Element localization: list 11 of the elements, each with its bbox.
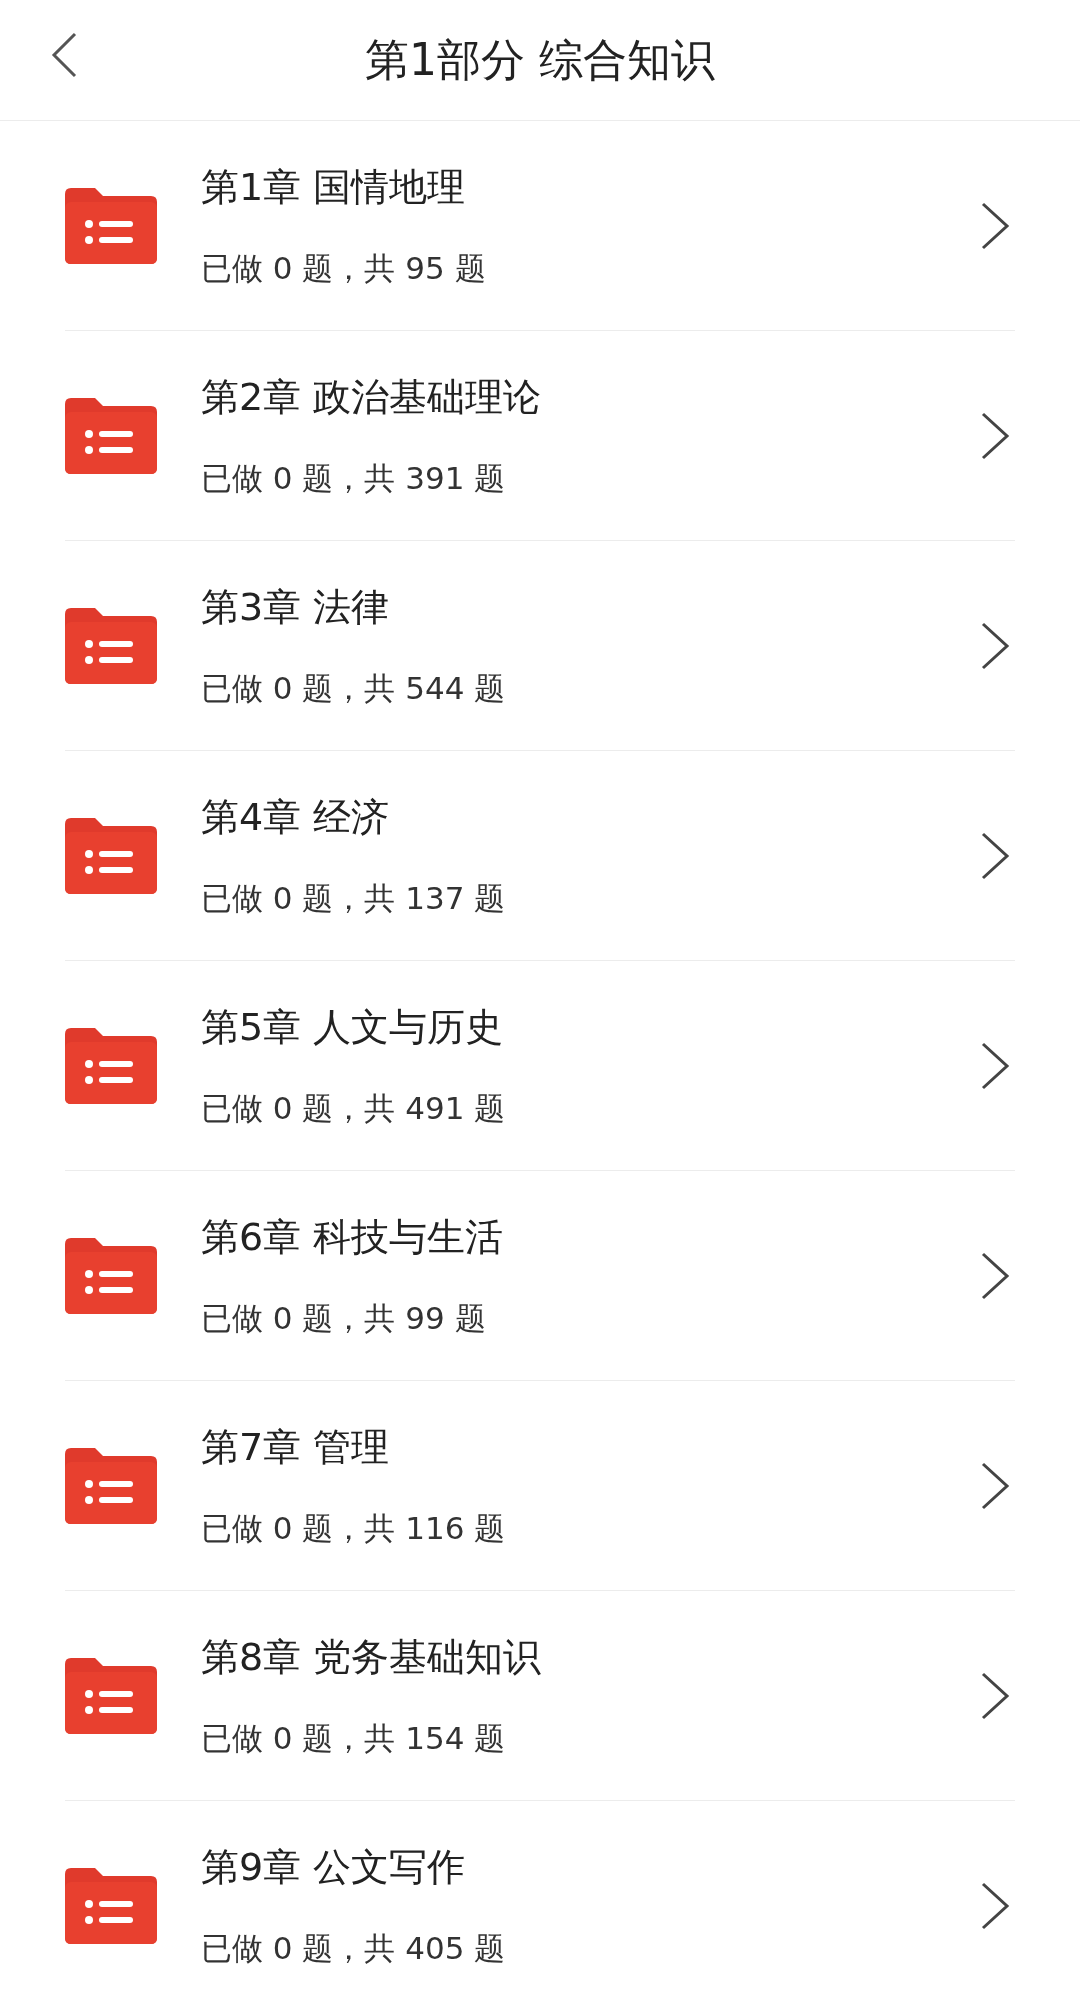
chapter-title: 第6章 科技与生活 [201,1215,505,1258]
page-title: 第1部分 综合知识 [365,33,715,87]
chapter-title: 第9章 公文写作 [201,1845,467,1888]
chapter-title: 第8章 党务基础知识 [201,1635,543,1678]
chapter-title: 第5章 人文与历史 [201,1005,505,1048]
chapter-title: 第3章 法律 [201,585,391,628]
chapter-progress: 已做 0 题，共 405 题 [201,1929,507,1966]
chapter-title: 第2章 政治基础理论 [201,375,543,418]
chapter-title: 第4章 经济 [201,795,391,838]
chapter-title: 第1章 国情地理 [201,165,467,208]
chapter-title: 第7章 管理 [201,1425,391,1468]
